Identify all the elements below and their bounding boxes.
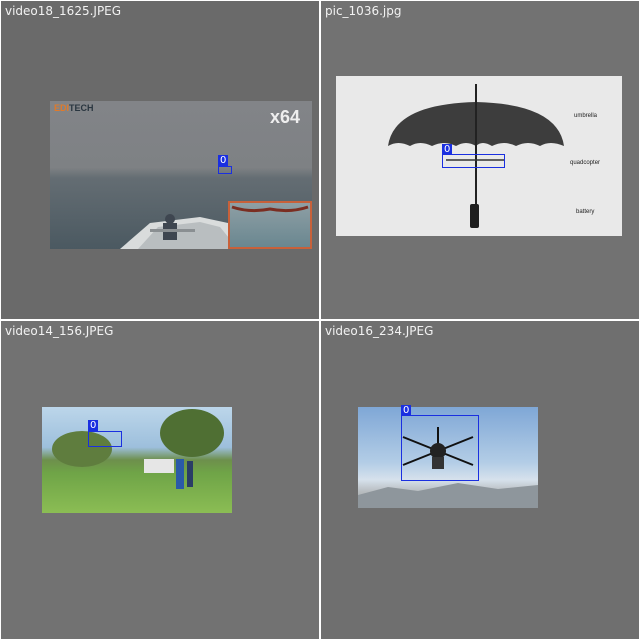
detection-box — [88, 431, 122, 447]
drone-arms — [231, 205, 309, 213]
image-tile-3[interactable]: video14_156.JPEG 0 — [1, 321, 319, 639]
annotation-label: battery — [576, 209, 595, 215]
park-scene — [52, 409, 224, 489]
detection-box — [442, 154, 505, 168]
image-thumbnail: EDITECH x64 — [50, 101, 312, 249]
image-filename: pic_1036.jpg — [325, 4, 402, 18]
image-thumbnail — [42, 407, 232, 513]
detection-box — [218, 166, 232, 174]
detection-box — [401, 415, 479, 481]
detection-label: 0 — [218, 155, 229, 166]
image-filename: video18_1625.JPEG — [5, 4, 122, 18]
image-filename: video14_156.JPEG — [5, 324, 114, 338]
inset-view — [228, 201, 312, 249]
detection-label: 0 — [442, 144, 453, 155]
image-tile-1[interactable]: video18_1625.JPEG EDITECH x64 0 — [1, 1, 319, 319]
detection-label: 0 — [88, 420, 99, 431]
image-tile-4[interactable]: video16_234.JPEG 0 — [321, 321, 639, 639]
image-filename: video16_234.JPEG — [325, 324, 434, 338]
annotation-label: quadcopter — [570, 160, 601, 166]
annotation-label: umbrella — [574, 113, 598, 119]
image-tile-2[interactable]: pic_1036.jpg umbrella quadcopter battery… — [321, 1, 639, 319]
detection-label: 0 — [401, 405, 412, 416]
